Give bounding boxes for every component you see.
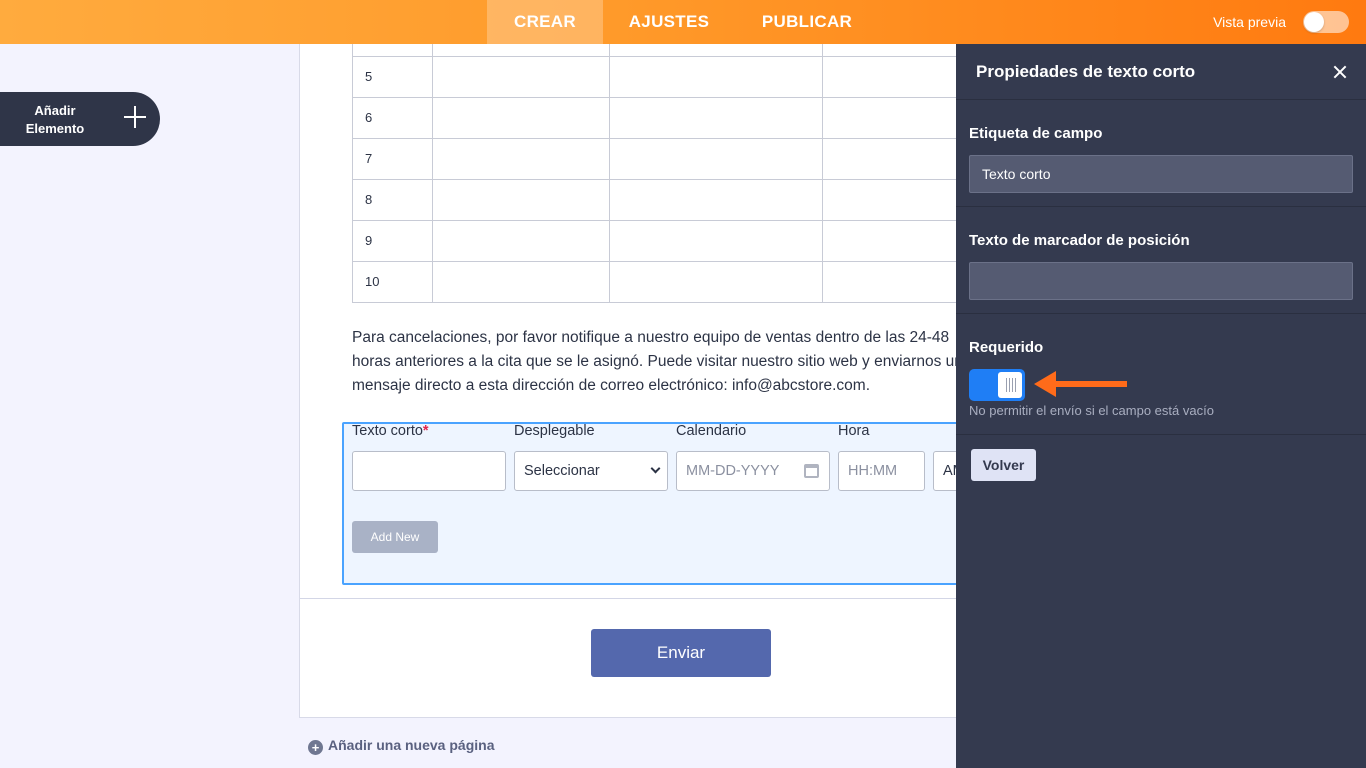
date-input[interactable]: MM-DD-YYYY [676, 451, 830, 491]
calendar-icon[interactable] [804, 464, 819, 478]
table-cell[interactable] [432, 219, 610, 262]
preview-label: Vista previa [1213, 14, 1286, 30]
add-new-page-link[interactable]: + Añadir una nueva página [308, 737, 494, 755]
placeholder-heading: Texto de marcador de posición [969, 232, 1190, 249]
table-row: 6 [352, 96, 983, 139]
field-label-heading: Etiqueta de campo [969, 125, 1103, 142]
table-cell[interactable] [609, 178, 823, 221]
placeholder-input[interactable] [969, 262, 1353, 300]
dropdown-select[interactable]: Seleccionar [514, 451, 668, 491]
time-placeholder: HH:MM [848, 463, 898, 479]
tab-publicar[interactable]: PUBLICAR [752, 0, 862, 44]
add-element-button[interactable]: Añadir Elemento [0, 92, 160, 146]
short-text-input[interactable] [352, 451, 506, 491]
row-number: 8 [352, 178, 433, 221]
preview-toggle-knob [1304, 12, 1324, 32]
dropdown-label: Desplegable [514, 423, 595, 439]
table-cell[interactable] [432, 55, 610, 98]
plus-circle-icon: + [308, 740, 323, 755]
table-cell[interactable] [432, 96, 610, 139]
table-row: 9 [352, 219, 983, 262]
time-input[interactable]: HH:MM [838, 451, 925, 491]
panel-title: Propiedades de texto corto [976, 62, 1196, 81]
table-cell[interactable] [432, 178, 610, 221]
properties-panel: Propiedades de texto corto Etiqueta de c… [956, 44, 1366, 768]
matrix-table: 5 6 7 8 9 10 [352, 44, 983, 303]
date-placeholder: MM-DD-YYYY [686, 463, 780, 479]
preview-toggle[interactable] [1303, 11, 1349, 33]
required-hint: No permitir el envío si el campo está va… [969, 403, 1214, 418]
add-element-label: Añadir Elemento [25, 103, 85, 136]
form-divider [300, 598, 960, 599]
add-new-button[interactable]: Add New [352, 521, 438, 553]
selected-field-container[interactable] [342, 422, 982, 585]
submit-button[interactable]: Enviar [591, 629, 771, 677]
section-divider [956, 313, 1366, 314]
row-number: 7 [352, 137, 433, 180]
add-page-label: Añadir una nueva página [328, 737, 495, 753]
table-cell[interactable] [432, 260, 610, 303]
tab-crear[interactable]: CREAR [487, 0, 603, 44]
close-icon[interactable] [1330, 62, 1350, 82]
table-cell[interactable] [609, 260, 823, 303]
row-number: 6 [352, 96, 433, 139]
toggle-knob [998, 372, 1022, 398]
cancellation-paragraph: Para cancelaciones, por favor notifique … [352, 326, 963, 398]
chevron-down-icon [650, 463, 661, 474]
arrow-annotation-icon [1034, 371, 1127, 397]
table-cell[interactable] [432, 137, 610, 180]
panel-header: Propiedades de texto corto [956, 44, 1366, 100]
table-row: 7 [352, 137, 983, 180]
paragraph-line: horas anteriores a la cita que se le asi… [352, 353, 963, 370]
table-cell[interactable] [609, 96, 823, 139]
short-text-label: Texto corto* [352, 423, 429, 439]
short-text-label-text: Texto corto [352, 423, 423, 439]
section-divider [956, 434, 1366, 435]
table-row: 8 [352, 178, 983, 221]
section-divider [956, 206, 1366, 207]
row-number: 9 [352, 219, 433, 262]
back-button[interactable]: Volver [971, 449, 1036, 481]
top-navigation-bar: CREAR AJUSTES PUBLICAR Vista previa [0, 0, 1366, 44]
table-row: 5 [352, 55, 983, 98]
row-number: 10 [352, 260, 433, 303]
table-row [352, 44, 983, 57]
paragraph-line: mensaje directo a esta dirección de corr… [352, 377, 871, 394]
plus-icon [124, 106, 146, 128]
paragraph-line: Para cancelaciones, por favor notifique … [352, 329, 950, 346]
table-row: 10 [352, 260, 983, 303]
time-label: Hora [838, 423, 870, 439]
required-asterisk: * [422, 423, 429, 439]
required-toggle[interactable] [969, 369, 1025, 401]
required-heading: Requerido [969, 339, 1044, 356]
field-label-input[interactable]: Texto corto [969, 155, 1353, 193]
row-number: 5 [352, 55, 433, 98]
dropdown-selected-value: Seleccionar [524, 463, 600, 479]
table-cell[interactable] [609, 219, 823, 262]
tab-ajustes[interactable]: AJUSTES [617, 0, 721, 44]
table-cell[interactable] [609, 55, 823, 98]
table-cell[interactable] [609, 137, 823, 180]
calendar-label: Calendario [676, 423, 747, 439]
